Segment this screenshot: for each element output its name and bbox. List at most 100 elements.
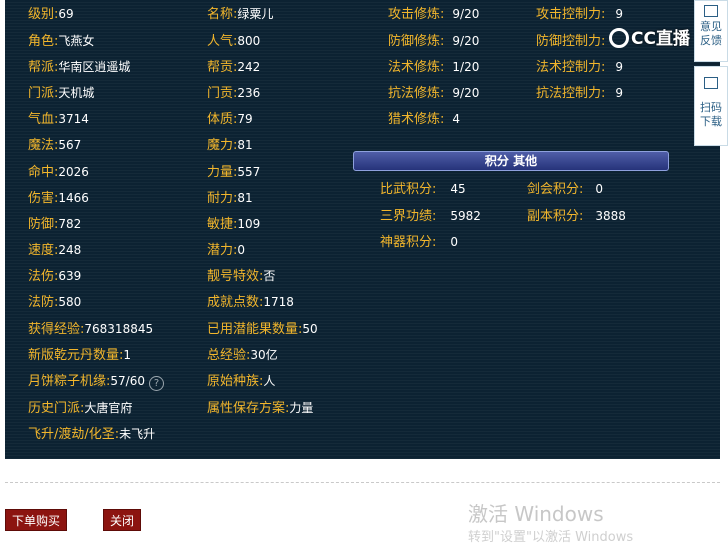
stat-value: 30亿 xyxy=(250,348,278,362)
cultivation-defense: 防御修炼: 9/20 xyxy=(388,31,479,51)
stat-label: 已用潜能果数量: xyxy=(207,322,303,337)
stat-label: 法伤: xyxy=(28,269,59,284)
stat-value: 9/20 xyxy=(452,86,480,100)
stat-label: 门贡: xyxy=(207,86,238,101)
stat-value: 力量 xyxy=(289,401,314,415)
stat-label: 魔力: xyxy=(207,138,238,153)
divider xyxy=(5,482,720,483)
stat-value: 800 xyxy=(237,34,261,48)
stat-label: 气血: xyxy=(28,112,59,127)
stat-label: 耐力: xyxy=(207,191,238,206)
stat-label: 靓号特效: xyxy=(207,269,264,284)
stat-endurance: 耐力:81 xyxy=(207,188,253,208)
stat-label: 月饼粽子机缘: xyxy=(28,374,111,389)
section-header-points: 积分 其他 xyxy=(353,151,669,171)
points-artifact: 神器积分: 0 xyxy=(380,232,458,252)
stat-label: 门派: xyxy=(28,86,59,101)
stat-value: 69 xyxy=(58,7,74,21)
stat-label: 剑会积分: xyxy=(527,182,584,197)
control-resist: 抗法控制力: 9 xyxy=(536,83,623,103)
stat-label: 帮派: xyxy=(28,60,59,75)
close-button[interactable]: 关闭 xyxy=(103,509,141,531)
qr-scan-icon xyxy=(704,77,718,89)
stat-label: 敏捷: xyxy=(207,217,238,232)
stat-label: 成就点数: xyxy=(207,295,264,310)
stat-label: 力量: xyxy=(207,165,238,180)
stat-value: 81 xyxy=(237,191,253,205)
stat-value: 9/20 xyxy=(452,34,480,48)
stat-value: 9 xyxy=(615,7,624,21)
character-info-panel: 级别:69 角色:飞燕女 帮派:华南区逍遥城 门派:天机城 气血:3714 魔法… xyxy=(5,0,720,459)
stat-special-id-effect: 靓号特效:否 xyxy=(207,266,275,286)
stat-label: 伤害: xyxy=(28,191,59,206)
stat-value: 1/20 xyxy=(452,60,480,74)
stat-label: 防御: xyxy=(28,217,59,232)
stat-value: 0 xyxy=(595,182,604,196)
stat-label: 速度: xyxy=(28,243,59,258)
stat-guild: 帮派:华南区逍遥城 xyxy=(28,57,130,77)
stat-value: 3888 xyxy=(595,209,626,223)
cultivation-resist: 抗法修炼: 9/20 xyxy=(388,83,479,103)
stat-value: 天机城 xyxy=(58,86,95,100)
stat-value: 236 xyxy=(237,86,261,100)
stat-value: 未飞升 xyxy=(119,427,156,441)
stat-label: 体质: xyxy=(207,112,238,127)
control-magic: 法术控制力: 9 xyxy=(536,57,623,77)
stat-value: 大唐官府 xyxy=(84,401,133,415)
stat-label: 新版乾元丹数量: xyxy=(28,348,124,363)
stat-agility: 敏捷:109 xyxy=(207,214,260,234)
points-arena: 比武积分: 45 xyxy=(380,179,466,199)
stat-value: 9 xyxy=(615,86,624,100)
stat-name: 名称:绿粟儿 xyxy=(207,4,273,24)
stat-value: 50 xyxy=(302,322,318,336)
stat-potential: 潜力:0 xyxy=(207,240,245,260)
feedback-button[interactable]: 意见反馈 xyxy=(694,0,728,62)
stat-value: 1466 xyxy=(58,191,89,205)
stat-label: 攻击控制力: xyxy=(536,7,606,22)
stat-label: 属性保存方案: xyxy=(207,401,290,416)
stat-value: 4 xyxy=(452,112,461,126)
scan-download-button[interactable]: 扫码下载 xyxy=(694,66,728,146)
points-sword: 剑会积分: 0 xyxy=(527,179,603,199)
stat-total-experience: 总经验:30亿 xyxy=(207,345,278,365)
stat-label: 命中: xyxy=(28,165,59,180)
stat-value: 580 xyxy=(58,295,82,309)
stat-strength: 力量:557 xyxy=(207,162,260,182)
logo-text: CC直播 xyxy=(631,29,690,49)
stat-value: 782 xyxy=(58,217,82,231)
stat-value: 飞燕女 xyxy=(58,34,95,48)
buy-button[interactable]: 下单购买 xyxy=(5,509,67,531)
stat-value: 45 xyxy=(450,182,466,196)
windows-activation-watermark: 激活 Windows xyxy=(468,502,604,526)
stat-defense: 防御:782 xyxy=(28,214,81,234)
stat-label: 比武积分: xyxy=(380,182,437,197)
stat-value: 0 xyxy=(237,243,246,257)
cc-logo-icon xyxy=(609,28,629,48)
stat-hp: 气血:3714 xyxy=(28,109,89,129)
stat-label: 角色: xyxy=(28,34,59,49)
help-icon[interactable]: ? xyxy=(148,376,164,391)
stat-label: 抗法修炼: xyxy=(388,86,445,101)
stat-original-race: 原始种族:人 xyxy=(207,371,275,391)
points-dungeon: 副本积分: 3888 xyxy=(527,206,626,226)
stat-value: 2026 xyxy=(58,165,89,179)
stat-ascension: 飞升/渡劫/化圣:未飞升 xyxy=(28,424,155,444)
stat-value: 0 xyxy=(450,235,459,249)
stat-value: 567 xyxy=(58,138,82,152)
stat-label: 飞升/渡劫/化圣: xyxy=(28,427,120,442)
stat-value: 1718 xyxy=(263,295,294,309)
stat-label: 三界功绩: xyxy=(380,209,437,224)
stat-value: 81 xyxy=(237,138,253,152)
stat-value: 557 xyxy=(237,165,261,179)
stat-magic-defense: 法防:580 xyxy=(28,292,81,312)
stat-value: 639 xyxy=(58,269,82,283)
feedback-icon xyxy=(704,5,718,17)
stat-value: 248 xyxy=(58,243,82,257)
stat-hit: 命中:2026 xyxy=(28,162,89,182)
stat-label: 原始种族: xyxy=(207,374,264,389)
stat-value: 否 xyxy=(263,269,276,283)
stat-role: 角色:飞燕女 xyxy=(28,31,94,51)
stat-label: 名称: xyxy=(207,7,238,22)
stat-label: 防御修炼: xyxy=(388,34,445,49)
stat-constitution: 体质:79 xyxy=(207,109,253,129)
